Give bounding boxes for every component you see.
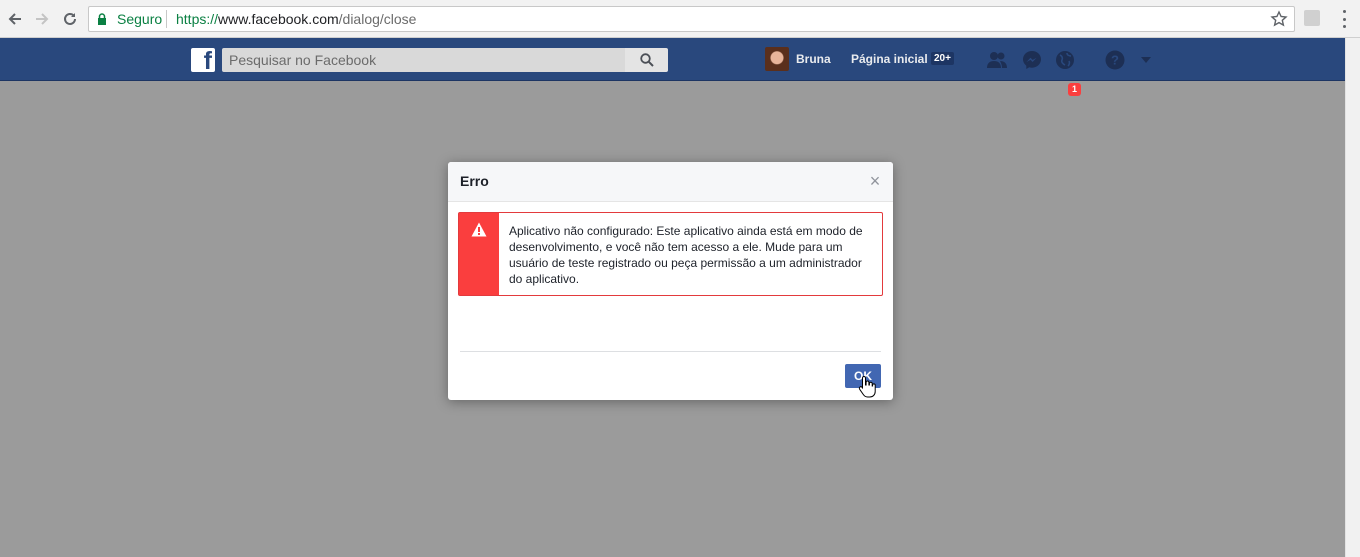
- browser-toolbar: Seguro https://www.facebook.com/dialog/c…: [0, 0, 1360, 38]
- profile-link[interactable]: Bruna: [765, 47, 831, 71]
- reload-icon[interactable]: [60, 9, 80, 29]
- search-field[interactable]: [222, 48, 625, 72]
- bookmark-star-icon[interactable]: [1270, 10, 1288, 28]
- svg-text:?: ?: [1111, 53, 1119, 68]
- error-message-box: Aplicativo não configurado: Este aplicat…: [458, 212, 883, 296]
- address-bar[interactable]: Seguro https://www.facebook.com/dialog/c…: [88, 6, 1295, 32]
- back-arrow-icon[interactable]: [5, 9, 25, 29]
- url-divider: [166, 10, 167, 28]
- secure-label: Seguro: [117, 11, 163, 27]
- scrollbar[interactable]: [1345, 38, 1360, 557]
- facebook-logo[interactable]: f: [191, 48, 215, 72]
- search-icon: [639, 53, 654, 67]
- forward-arrow-icon[interactable]: [32, 9, 52, 29]
- error-message: Aplicativo não configurado: Este aplicat…: [509, 224, 863, 286]
- close-icon[interactable]: ×: [866, 172, 884, 190]
- url-path: /dialog/close: [338, 11, 417, 27]
- extension-icon[interactable]: [1304, 10, 1320, 26]
- url-host: www.facebook.com: [218, 11, 339, 27]
- url-scheme: https://: [176, 11, 219, 27]
- notification-badge: 1: [1068, 83, 1081, 96]
- facebook-header: f Bruna Página inicial 20+ 1 ?: [0, 38, 1345, 96]
- home-badge: 20+: [931, 52, 954, 65]
- search-input[interactable]: [222, 48, 625, 72]
- profile-name: Bruna: [796, 52, 831, 66]
- hand-pointer-icon: [858, 375, 876, 398]
- account-menu-chevron-icon[interactable]: [1135, 49, 1157, 71]
- error-stripe: [459, 213, 499, 295]
- error-dialog: Erro × Aplicativo não configurado: Este …: [448, 162, 893, 400]
- dialog-title: Erro: [460, 173, 489, 189]
- globe-notifications-icon[interactable]: [1054, 49, 1076, 71]
- dialog-divider: [460, 351, 881, 352]
- url-text[interactable]: https://www.facebook.com/dialog/close: [176, 11, 416, 27]
- lock-icon: [98, 13, 106, 25]
- warning-icon: [471, 222, 487, 237]
- help-icon[interactable]: ?: [1104, 49, 1126, 71]
- messenger-icon[interactable]: [1021, 49, 1043, 71]
- dialog-header: Erro ×: [448, 162, 893, 202]
- friend-requests-icon[interactable]: [986, 49, 1008, 71]
- avatar: [765, 47, 789, 71]
- browser-menu-icon[interactable]: [1338, 10, 1350, 28]
- search-button[interactable]: [625, 48, 668, 72]
- home-link[interactable]: Página inicial: [851, 52, 928, 66]
